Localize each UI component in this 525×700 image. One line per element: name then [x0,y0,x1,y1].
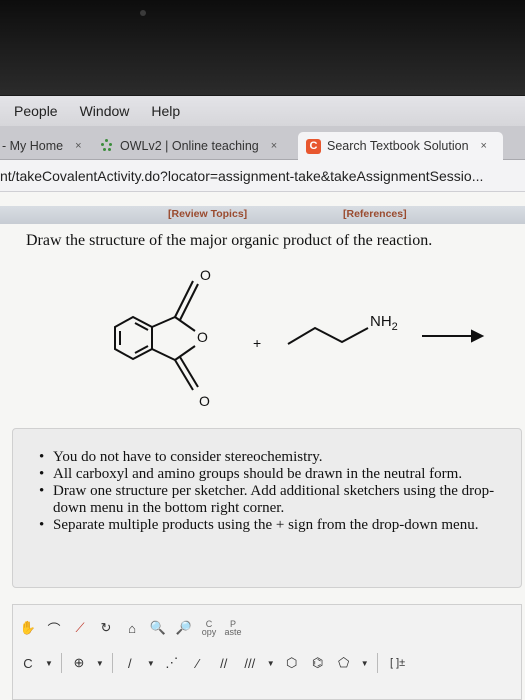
phthalic-anhydride [114,280,199,391]
oxygen-label: O [197,329,208,345]
paste-button[interactable]: Paste [225,619,242,637]
triple-bond-icon[interactable]: /// [241,654,259,672]
camera-dot [140,10,146,16]
tab-search-textbook[interactable]: C Search Textbook Solution × [298,132,503,160]
chevron-down-icon[interactable]: ▼ [267,659,275,668]
chevron-down-icon[interactable]: ▼ [96,659,104,668]
benzene-ring-icon[interactable]: ⌬ [309,654,327,672]
tab-label: Search Textbook Solution [327,139,469,153]
tab-label: - My Home [2,139,64,153]
oxygen-label: O [200,267,211,283]
chegg-favicon-icon: C [306,138,321,154]
charge-button[interactable]: ⊕ [70,654,88,672]
propyl-chain [287,326,369,345]
chevron-down-icon[interactable]: ▼ [361,659,369,668]
instruction-item: Draw one structure per sketcher. Add add… [39,483,511,517]
close-icon[interactable]: × [481,140,487,152]
bracket-button[interactable]: [ ]± [386,654,410,672]
chevron-down-icon[interactable]: ▼ [45,659,53,668]
reaction-arrow [422,329,485,343]
screen-bezel [0,0,525,95]
wedge-bond-icon[interactable]: ⁄ [189,654,207,672]
hashed-bond-icon[interactable]: ⋰ [163,654,181,672]
instructions-box: You do not have to consider stereochemis… [12,428,522,588]
sketcher-toolbar-top: ✋ ⌒ ⟋ ↻ ⌂ 🔍 🔎 Copy Paste [19,619,242,637]
lasso-icon[interactable]: ⌒ [45,619,63,637]
toolbar-divider [376,653,378,673]
close-icon[interactable]: × [75,140,81,152]
page-content: [Review Topics] [References] Draw the st… [0,192,525,700]
reaction-scheme: O O O + NH2 [114,267,485,409]
references-link[interactable]: [References] [343,208,407,220]
rotate-icon[interactable]: ↻ [97,619,115,637]
bond [151,348,176,361]
oxygen-label: O [199,393,210,409]
amine-label: NH2 [370,313,398,333]
menu-bar: People Window Help [0,96,525,126]
bond [174,345,196,361]
zoom-in-icon[interactable]: 🔍 [149,619,167,637]
bond [174,316,196,332]
plus-sign: + [253,335,261,351]
zoom-out-icon[interactable]: 🔎 [175,619,193,637]
menu-window[interactable]: Window [80,103,130,119]
owl-favicon-icon [100,139,114,153]
hexagon-ring-icon[interactable]: ⬡ [283,654,301,672]
sketcher-toolbar-bottom: C ▼ ⊕ ▼ / ▼ ⋰ ⁄ // /// ▼ ⬡ ⌬ ⬠ ▼ [ ]± [19,653,410,673]
toolbar-divider [60,653,62,673]
question-text: Draw the structure of the major organic … [26,232,433,249]
double-bond-icon[interactable]: // [215,654,233,672]
close-icon[interactable]: × [271,140,277,152]
single-bond-icon[interactable]: / [121,654,139,672]
instruction-item: You do not have to consider stereochemis… [39,449,511,466]
eraser-icon[interactable]: ⟋ [71,619,89,637]
instruction-item: Separate multiple products using the + s… [39,517,511,534]
url-text: nt/takeCovalentActivity.do?locator=assig… [0,167,484,184]
tab-label: OWLv2 | Online teaching [120,139,259,153]
hand-icon[interactable]: ✋ [19,619,37,637]
tab-owlv2[interactable]: OWLv2 | Online teaching × [92,132,297,160]
tab-strip: - My Home × OWLv2 | Online teaching × C … [0,126,525,160]
review-topics-link[interactable]: [Review Topics] [168,208,247,220]
clean-icon[interactable]: ⌂ [123,619,141,637]
toolbar-divider [111,653,113,673]
pentagon-ring-icon[interactable]: ⬠ [335,654,353,672]
molecule-sketcher: ✋ ⌒ ⟋ ↻ ⌂ 🔍 🔎 Copy Paste C ▼ ⊕ ▼ / ▼ ⋰ ⁄… [12,604,522,700]
topics-bar: [Review Topics] [References] [0,206,525,224]
chevron-down-icon[interactable]: ▼ [147,659,155,668]
menu-help[interactable]: Help [151,103,180,119]
tab-my-home[interactable]: - My Home × [0,132,84,160]
copy-button[interactable]: Copy [201,619,217,637]
menu-people[interactable]: People [14,103,58,119]
address-bar[interactable]: nt/takeCovalentActivity.do?locator=assig… [0,160,525,192]
instruction-item: All carboxyl and amino groups should be … [39,466,511,483]
element-c-button[interactable]: C [19,654,37,672]
bond [151,316,176,328]
